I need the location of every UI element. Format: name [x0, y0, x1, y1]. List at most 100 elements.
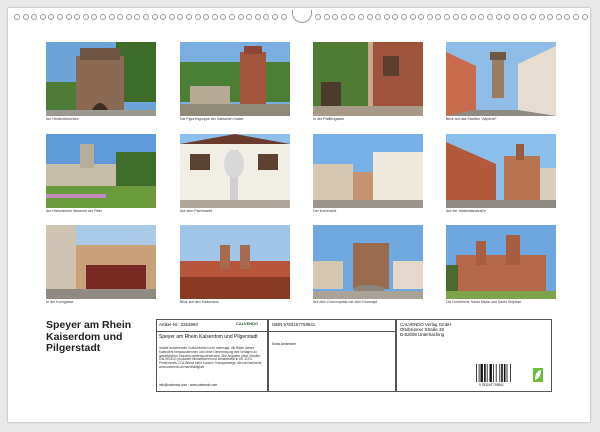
binding-hole	[504, 14, 511, 20]
photo-caption: Blick auf das Stadttor "Altpörtel"	[446, 117, 497, 121]
binding-hole	[108, 14, 115, 20]
binding-hole	[315, 14, 321, 20]
binding-hole	[469, 14, 476, 20]
binding-hole	[392, 14, 399, 20]
binding-hole	[461, 14, 468, 20]
photo-caption: In der Korngasse	[46, 300, 74, 304]
binding-hole	[263, 14, 270, 20]
title-line: Pilgerstadt	[46, 342, 101, 354]
binding-hole	[48, 14, 55, 20]
photo-kaiserdom-blick	[180, 225, 290, 299]
barcode-bar	[495, 364, 497, 382]
publisher-logo: CALVENDO	[236, 321, 259, 326]
isbn: ISBN 9783167759541	[272, 322, 316, 327]
binding-hole	[160, 14, 167, 20]
binding-hole	[349, 14, 356, 20]
barcode-bar	[493, 364, 494, 382]
photo-caption: Am Historischen Museum der Pfalz	[46, 209, 103, 213]
binding-hole	[487, 14, 493, 20]
binding-hole	[168, 14, 175, 20]
binding-hole	[31, 14, 38, 20]
binding-hole	[375, 14, 382, 20]
binding-hole	[117, 14, 124, 20]
binding-hole	[538, 14, 545, 20]
photo-caption: Auf dem Fischmarkt	[180, 209, 212, 213]
binding-hole	[186, 14, 192, 20]
barcode-bar	[478, 364, 480, 382]
eco-leaf-icon	[533, 368, 543, 382]
info-box-middle	[268, 319, 396, 392]
binding-hole	[323, 14, 330, 20]
binding-hole	[426, 14, 433, 20]
binding-hole	[237, 14, 244, 20]
author-credit: Ilona Andersen	[272, 342, 296, 346]
binding-hole	[358, 14, 364, 20]
binding-hole	[151, 14, 158, 20]
photo-domnapf	[313, 225, 423, 299]
binding-hole	[452, 14, 459, 20]
photo-pfaffengasse	[313, 42, 423, 116]
barcode-bar	[499, 364, 501, 382]
photo-caption: Die Domkirche Sankt Maria und Sankt Step…	[446, 300, 522, 304]
binding-hole	[435, 14, 442, 20]
legal-text: Inhalte bestehender Schutzrechte ist es …	[159, 346, 263, 369]
photo-maximilianstrasse	[446, 134, 556, 208]
barcode-bar	[489, 364, 492, 382]
binding-hole	[340, 14, 347, 20]
barcode-number: 9 783167 759541	[479, 383, 504, 387]
publisher-city: D-82008 Unterhaching	[400, 332, 445, 337]
binding-hole	[366, 14, 373, 20]
info-panel: Artikel-Nr.: 2263993 CALVENDO ISBN 97831…	[156, 319, 552, 392]
binding-hole	[203, 14, 210, 20]
barcode-bar	[510, 364, 511, 382]
binding-hole	[14, 14, 20, 20]
photo-caption: Auf dem Domvorplatz mit dem Domnapf	[313, 300, 377, 304]
barcode-bar	[503, 364, 506, 382]
binding-hole	[280, 14, 287, 20]
binding-hole	[564, 14, 571, 20]
photo-heidentuermchen	[46, 42, 156, 116]
photo-fischmarkt	[180, 134, 290, 208]
photo-caption: Auf der Maximilianstraße	[446, 209, 486, 213]
photo-caption: Am Heidentürmchen	[46, 117, 79, 121]
barcode-bar	[506, 364, 508, 382]
photo-caption: Der Kornmarkt	[313, 209, 337, 213]
barcode	[475, 364, 529, 384]
barcode-bar	[484, 364, 486, 382]
binding-hole	[91, 14, 98, 20]
binding-hole	[125, 14, 132, 20]
binding-hole	[22, 14, 29, 20]
binding-hole	[495, 14, 502, 20]
binding-hole	[555, 14, 562, 20]
photo-caption: Blick auf den Kaiserdom	[180, 300, 219, 304]
binding-hole	[100, 14, 106, 20]
binding-hole	[272, 14, 278, 20]
photo-korngasse	[46, 225, 156, 299]
binding-hole	[246, 14, 253, 20]
binding-hole	[401, 14, 407, 20]
binding-hole	[512, 14, 519, 20]
article-number: Artikel-Nr.: 2263993	[159, 322, 198, 327]
binding-hole	[220, 14, 227, 20]
binding-hole	[211, 14, 218, 20]
barcode-bar	[480, 364, 483, 382]
binding-hole	[134, 14, 141, 20]
barcode-bar	[501, 364, 503, 382]
binding-hole	[418, 14, 425, 20]
binding-hole	[478, 14, 485, 20]
binding-hole	[254, 14, 261, 20]
contact-line: info@calvendo.com · www.calvendo.com	[159, 383, 218, 387]
binding-hole	[444, 14, 450, 20]
binding-hole	[521, 14, 528, 20]
binding-hole	[177, 14, 184, 20]
binding-hole	[409, 14, 416, 20]
photo-historisches-museum	[46, 134, 156, 208]
binding-hole	[383, 14, 390, 20]
photo-kaiser-figurengruppe	[180, 42, 290, 116]
binding-hole	[57, 14, 63, 20]
binding-hole	[65, 14, 72, 20]
photo-caption: Die Figurengruppe der Salischen Kaiser	[180, 117, 244, 121]
binding-hole	[332, 14, 339, 20]
photo-caption: In der Pfaffengasse	[313, 117, 345, 121]
binding-hole	[573, 14, 579, 20]
